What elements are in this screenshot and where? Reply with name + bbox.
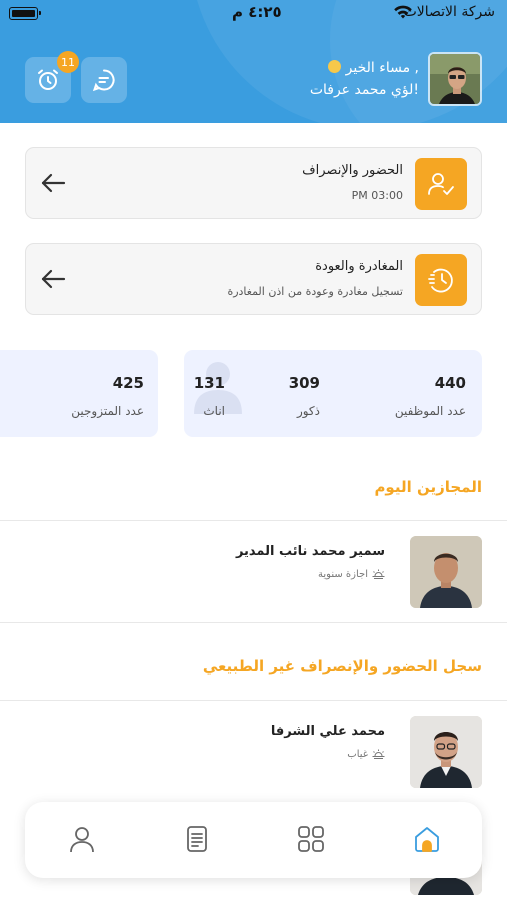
stat-married: 425 عدد المتزوجين [71,374,144,418]
app-header: ٤:٢٥ م شركة الاتصالات 11 مساء الخير , لؤ… [0,0,507,123]
messages-button[interactable] [81,57,127,103]
status-time: ٤:٢٥ م [232,3,282,21]
chat-bubble-icon [92,69,115,92]
leave-icon-tile [415,254,467,306]
stat-employees-value: 440 [434,374,466,392]
stat-married-label: عدد المتزوجين [71,404,144,418]
leave-return-card[interactable]: المغادرة والعودة تسجيل مغادرة وعودة من ا… [25,243,482,315]
carrier-name: شركة الاتصالات [403,4,495,20]
nav-services[interactable] [294,822,328,856]
person-status: غياب [347,749,385,760]
user-name: لؤي محمد عرفات! [309,82,419,98]
home-icon [415,827,439,852]
stat-married-value: 425 [112,374,144,392]
alarm-button[interactable]: 11 [25,51,79,103]
list-item[interactable]: محمد علي الشرفا غياب [0,701,507,801]
alarm-clock-icon [38,69,58,90]
nav-home[interactable] [410,822,444,856]
person-photo [410,536,482,608]
person-name: سمير محمد نائب المدير [235,544,385,559]
nav-requests[interactable] [180,822,214,856]
person-photo [410,716,482,788]
stat-males-label: ذكور [296,404,320,418]
stat-employees: 440 عدد الموظفين [395,374,466,418]
clock-history-icon [428,268,453,293]
attendance-card[interactable]: الحضور والإنصراف PM 03:00 [25,147,482,219]
notification-badge: 11 [57,51,79,73]
employee-stats-card: 440 عدد الموظفين 309 ذكور 131 اناث [184,350,482,437]
abnormal-attendance-section-title: سجل الحضور والإنصراف غير الطبيعي [202,657,482,675]
battery-icon [9,7,41,20]
stat-females-label: اناث [203,404,225,418]
smile-emoji-icon [328,60,342,73]
stat-males-value: 309 [288,374,320,392]
list-item[interactable]: سمير محمد نائب المدير اجازة سنوية [0,521,507,621]
person-status-label: غياب [347,749,368,760]
person-name: محمد علي الشرفا [270,724,385,739]
attendance-time: PM 03:00 [351,189,403,202]
on-leave-section-title: المجازين اليوم [374,478,482,496]
stat-females: 131 اناث [194,374,225,418]
status-bar: ٤:٢٥ م شركة الاتصالات [0,0,507,30]
bottom-navigation [25,802,482,878]
leave-return-subtitle: تسجيل مغادرة وعودة من اذن المغادرة [227,285,403,298]
person-status-label: اجازة سنوية [318,569,368,580]
nav-profile[interactable] [65,822,99,856]
sunrise-icon [372,749,385,759]
person-avatar [410,716,482,788]
attendance-icon-tile [415,158,467,210]
divider [0,622,507,623]
stat-females-value: 131 [193,374,225,392]
person-avatar [410,536,482,608]
person-status: اجازة سنوية [318,569,385,580]
greeting-label: مساء الخير , [345,60,419,76]
arrow-left-icon[interactable] [40,172,66,194]
user-check-icon [428,173,454,195]
user-avatar[interactable] [428,52,482,106]
married-stats-card: 425 عدد المتزوجين [0,350,158,437]
greeting-text: مساء الخير , [324,60,419,76]
avatar-photo [430,54,480,104]
stat-employees-label: عدد الموظفين [394,404,466,418]
profile-icon [70,827,94,853]
grid-icon [298,826,324,852]
attendance-title: الحضور والإنصراف [302,163,403,178]
leave-return-title: المغادرة والعودة [315,259,403,274]
sunrise-icon [372,569,385,579]
arrow-left-icon[interactable] [40,268,66,290]
stat-males: 309 ذكور [289,374,320,418]
document-icon [187,826,207,852]
